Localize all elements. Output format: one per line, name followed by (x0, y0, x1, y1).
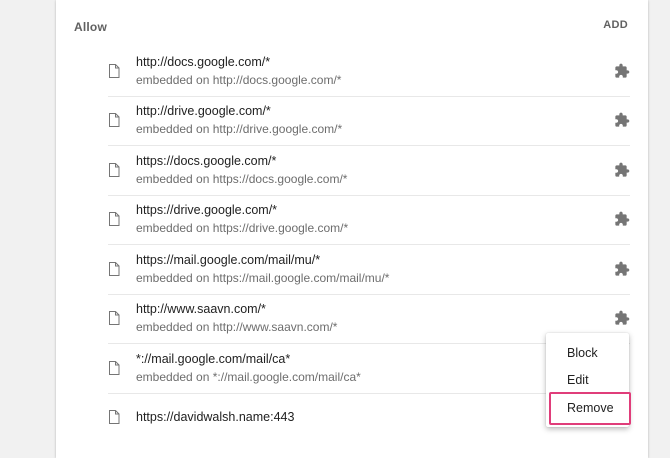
puzzle-piece-icon[interactable] (614, 310, 630, 326)
site-texts: https://docs.google.com/* embedded on htt… (136, 152, 347, 188)
embedded-on-text: embedded on http://docs.google.com/* (136, 72, 342, 87)
site-pattern: *://mail.google.com/mail/ca* (136, 351, 291, 366)
file-icon (108, 113, 120, 128)
site-pattern: http://drive.google.com/* (136, 104, 271, 119)
site-row[interactable]: https://drive.google.com/* embedded on ht… (108, 194, 630, 245)
puzzle-piece-icon[interactable] (614, 112, 630, 128)
site-row[interactable]: https://mail.google.com/mail/mu/* embedde… (108, 244, 630, 294)
site-texts: https://mail.google.com/mail/mu/* embedde… (136, 251, 389, 287)
embedded-on-text: embedded on http://www.saavn.com/* (136, 320, 338, 335)
site-texts: *://mail.google.com/mail/ca* embedded on … (136, 350, 361, 386)
context-menu: Block Edit Remove (546, 333, 629, 427)
section-title: Allow (74, 20, 107, 34)
site-texts: https://drive.google.com/* embedded on ht… (136, 201, 348, 237)
file-icon (108, 261, 120, 276)
site-texts: http://www.saavn.com/* embedded on http:/… (136, 300, 337, 336)
allow-section-header: Allow ADD (56, 0, 648, 52)
site-pattern: http://docs.google.com/* (136, 54, 271, 69)
file-icon (108, 360, 120, 375)
site-pattern: https://drive.google.com/* (136, 203, 278, 218)
site-row[interactable]: http://drive.google.com/* embedded on htt… (108, 95, 630, 146)
puzzle-piece-icon[interactable] (614, 63, 630, 79)
add-button[interactable]: ADD (603, 17, 628, 33)
puzzle-piece-icon[interactable] (614, 211, 630, 227)
site-pattern: http://www.saavn.com/* (136, 302, 266, 317)
file-icon (108, 311, 120, 326)
site-row[interactable]: http://docs.google.com/* embedded on http… (108, 46, 630, 96)
menu-item-block[interactable]: Block (546, 341, 629, 365)
embedded-on-text: embedded on *://mail.google.com/mail/ca* (136, 369, 361, 384)
embedded-on-text: embedded on https://drive.google.com/* (136, 221, 349, 236)
file-icon (108, 410, 120, 425)
file-icon (108, 63, 120, 78)
site-pattern: https://docs.google.com/* (136, 153, 277, 168)
site-texts: https://davidwalsh.name:443 (136, 408, 294, 426)
site-texts: http://drive.google.com/* embedded on htt… (136, 102, 342, 138)
embedded-on-text: embedded on https://docs.google.com/* (136, 171, 348, 186)
embedded-on-text: embedded on https://mail.google.com/mail… (136, 270, 390, 285)
menu-item-remove[interactable]: Remove (546, 396, 629, 420)
site-pattern: https://mail.google.com/mail/mu/* (136, 252, 321, 267)
menu-item-edit[interactable]: Edit (546, 368, 629, 392)
embedded-on-text: embedded on http://drive.google.com/* (136, 122, 343, 137)
site-row[interactable]: https://docs.google.com/* embedded on htt… (108, 145, 630, 195)
site-pattern: https://davidwalsh.name:443 (136, 410, 295, 425)
puzzle-piece-icon[interactable] (614, 162, 630, 178)
puzzle-piece-icon[interactable] (614, 261, 630, 277)
site-texts: http://docs.google.com/* embedded on http… (136, 53, 341, 89)
file-icon (108, 162, 120, 177)
file-icon (108, 212, 120, 227)
